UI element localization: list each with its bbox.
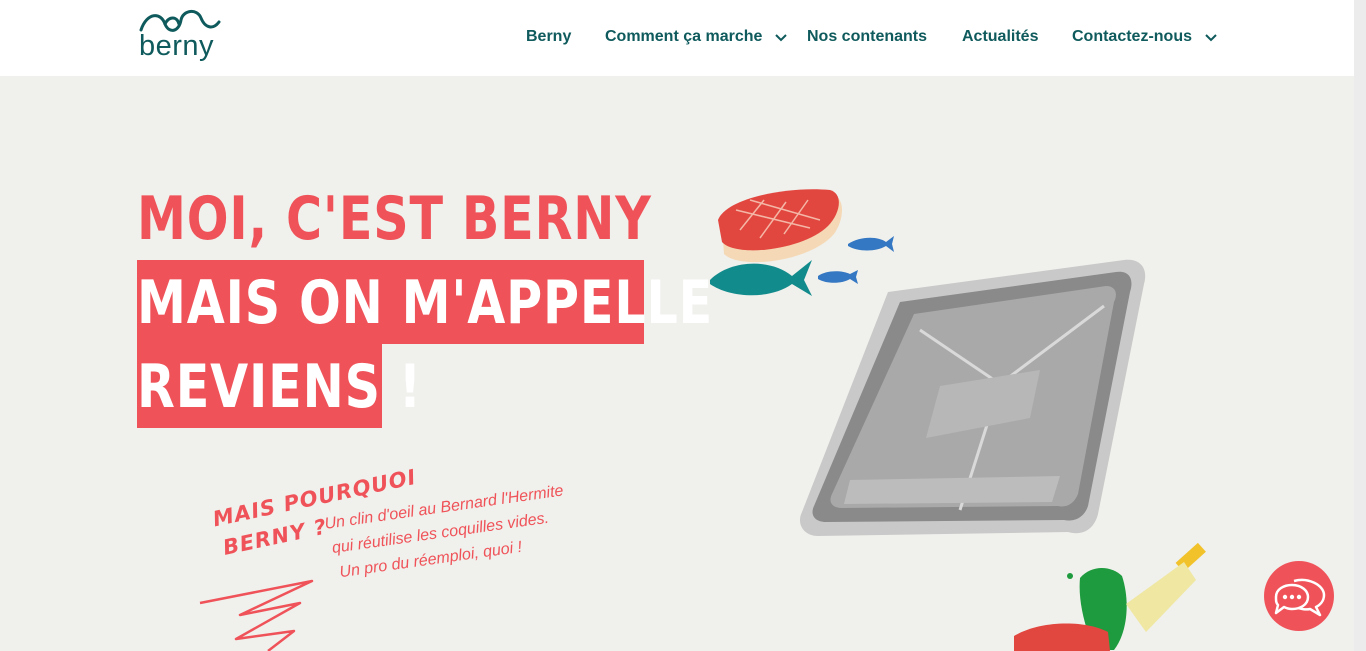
hero-title-line3: REVIENS !	[137, 352, 423, 422]
nav-item-berny[interactable]: Berny	[526, 26, 571, 48]
site-header: berny Berny Comment ça marche Nos conten…	[0, 0, 1354, 76]
chat-button[interactable]	[1264, 561, 1334, 631]
chat-bubbles-icon	[1274, 578, 1326, 617]
hero-title-line1: MOI, C'EST BERNY	[137, 184, 652, 254]
container-illustration	[710, 189, 1206, 651]
steak-illustration	[718, 189, 842, 263]
scribble-decoration	[199, 579, 314, 651]
nav-item-actualites[interactable]: Actualités	[962, 26, 1038, 48]
scrollbar[interactable]	[1354, 0, 1366, 651]
fish-illustration	[710, 260, 812, 296]
main-nav: Berny Comment ça marche Nos contenants A…	[0, 26, 1354, 50]
nav-item-contactez-nous[interactable]: Contactez-nous	[1072, 26, 1192, 48]
nav-item-nos-contenants[interactable]: Nos contenants	[807, 26, 927, 48]
nav-item-comment-ca-marche[interactable]: Comment ça marche	[605, 26, 762, 48]
inox-tray-illustration	[799, 259, 1146, 536]
chevron-down-icon[interactable]	[772, 28, 790, 46]
hero-title-line2: MAIS ON M'APPELLE	[137, 268, 714, 338]
chevron-down-icon[interactable]	[1202, 28, 1220, 46]
